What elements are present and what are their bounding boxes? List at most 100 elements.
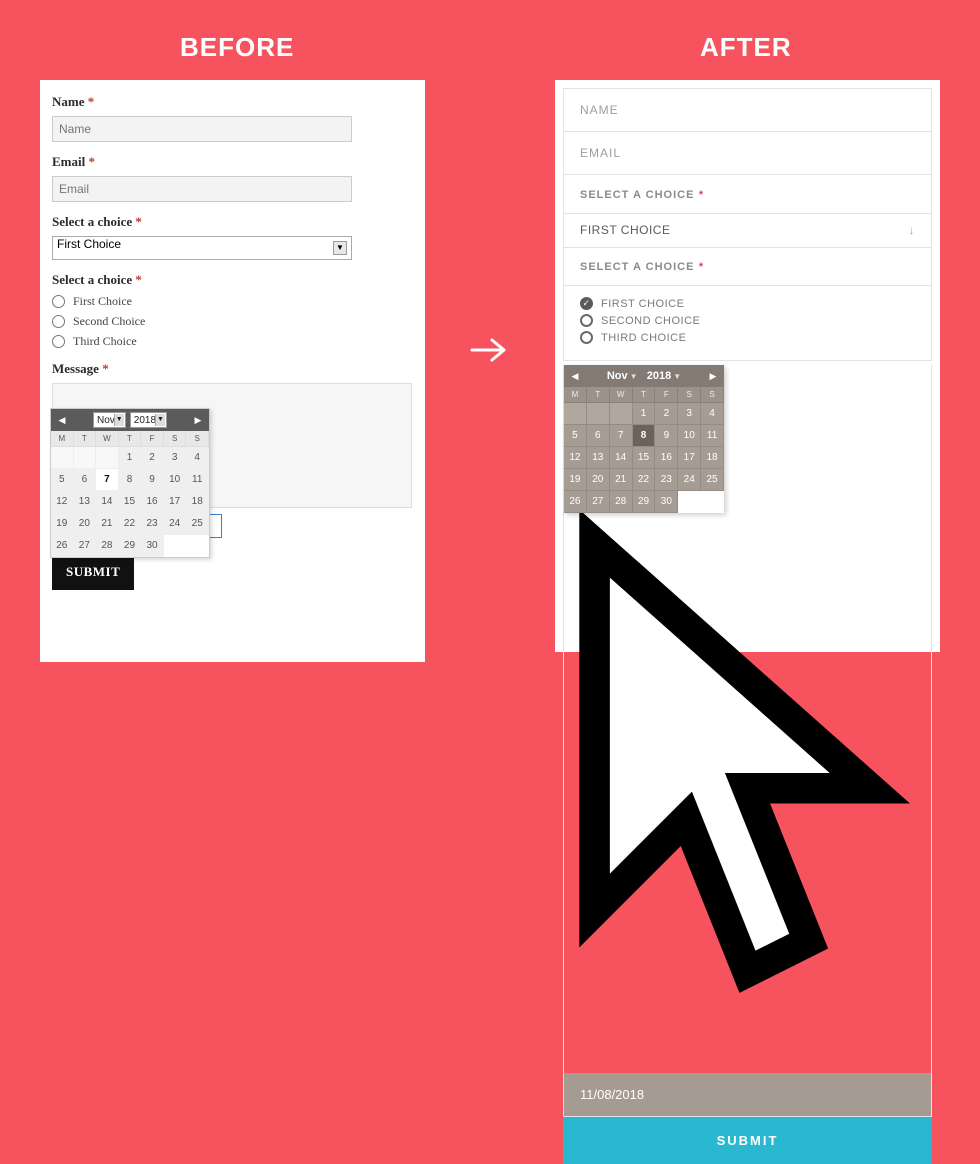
calendar-day[interactable]: 15 (633, 447, 656, 469)
calendar-day[interactable]: 3 (164, 447, 187, 469)
calendar-month-select[interactable]: Nov▼ (93, 412, 126, 428)
calendar-day[interactable]: 27 (587, 491, 610, 513)
calendar-day[interactable]: 25 (701, 469, 724, 491)
calendar-prev-icon[interactable]: ◀ (568, 371, 582, 382)
calendar-prev-icon[interactable]: ◀ (55, 415, 69, 426)
calendar-day[interactable]: 10 (164, 469, 187, 491)
datepicker-popup-after[interactable]: ◀ Nov▼ 2018▼ ▶ MTWTFSS123456789101112131… (564, 365, 724, 513)
calendar-day[interactable]: 16 (655, 447, 678, 469)
select-choice-dropdown[interactable]: FIRST CHOICE ↓ (563, 213, 932, 248)
calendar-day[interactable]: 14 (96, 491, 119, 513)
calendar-day[interactable]: 20 (74, 513, 97, 535)
calendar-day[interactable]: 4 (701, 403, 724, 425)
date-field-block: ◀ Nov▼ 2018▼ ▶ MTWTFSS123456789101112131… (563, 365, 932, 1117)
calendar-dow: S (678, 387, 701, 403)
calendar-day[interactable]: 8 (119, 469, 142, 491)
calendar-day[interactable]: 6 (587, 425, 610, 447)
radio-option[interactable]: SECOND CHOICE (580, 314, 915, 327)
radio-option[interactable]: THIRD CHOICE (580, 331, 915, 344)
calendar-day[interactable]: 1 (633, 403, 656, 425)
calendar-day[interactable]: 7 (96, 469, 119, 491)
calendar-day[interactable]: 18 (701, 447, 724, 469)
calendar-day[interactable]: 14 (610, 447, 633, 469)
calendar-day[interactable]: 28 (96, 535, 119, 557)
calendar-day[interactable]: 17 (678, 447, 701, 469)
radio-option[interactable]: Third Choice (52, 334, 413, 349)
calendar-header: ◀ Nov▼ 2018▼ ▶ (564, 365, 724, 387)
select-value: First Choice (57, 237, 121, 251)
calendar-day[interactable]: 27 (74, 535, 97, 557)
calendar-year[interactable]: 2018 (647, 370, 671, 382)
calendar-day[interactable]: 11 (701, 425, 724, 447)
calendar-dow: S (186, 431, 209, 447)
calendar-day[interactable]: 26 (51, 535, 74, 557)
chevron-down-icon: ▼ (155, 414, 165, 426)
calendar-day[interactable]: 24 (164, 513, 187, 535)
calendar-day[interactable]: 28 (610, 491, 633, 513)
calendar-day[interactable]: 5 (564, 425, 587, 447)
calendar-day[interactable]: 22 (633, 469, 656, 491)
calendar-day[interactable]: 25 (186, 513, 209, 535)
calendar-day[interactable]: 2 (141, 447, 164, 469)
radio-input[interactable] (52, 335, 65, 348)
calendar-day[interactable]: 11 (186, 469, 209, 491)
submit-button[interactable]: SUBMIT (52, 554, 134, 590)
calendar-day[interactable]: 26 (564, 491, 587, 513)
radio-input[interactable] (52, 315, 65, 328)
radio-option[interactable]: First Choice (52, 294, 413, 309)
calendar-day[interactable]: 12 (564, 447, 587, 469)
calendar-day[interactable]: 16 (141, 491, 164, 513)
calendar-day[interactable]: 1 (119, 447, 142, 469)
calendar-day[interactable]: 12 (51, 491, 74, 513)
radio-option[interactable]: FIRST CHOICE (580, 297, 915, 310)
calendar-day[interactable]: 23 (655, 469, 678, 491)
calendar-day[interactable]: 4 (186, 447, 209, 469)
calendar-day[interactable]: 30 (141, 535, 164, 557)
calendar-day[interactable]: 30 (655, 491, 678, 513)
calendar-day[interactable]: 20 (587, 469, 610, 491)
calendar-day[interactable]: 13 (587, 447, 610, 469)
calendar-day[interactable]: 6 (74, 469, 97, 491)
calendar-day[interactable]: 19 (564, 469, 587, 491)
radio-checked-icon[interactable] (580, 297, 593, 310)
name-input[interactable]: NAME (563, 88, 932, 132)
calendar-day[interactable]: 5 (51, 469, 74, 491)
calendar-next-icon[interactable]: ▶ (191, 415, 205, 426)
calendar-day[interactable]: 8 (633, 425, 656, 447)
calendar-day[interactable]: 29 (633, 491, 656, 513)
date-value[interactable]: 11/08/2018 (564, 1073, 931, 1116)
calendar-month[interactable]: Nov (607, 370, 628, 382)
calendar-day[interactable]: 19 (51, 513, 74, 535)
calendar-day[interactable]: 21 (610, 469, 633, 491)
radio-unchecked-icon[interactable] (580, 314, 593, 327)
calendar-day[interactable]: 10 (678, 425, 701, 447)
radio-unchecked-icon[interactable] (580, 331, 593, 344)
calendar-dow: T (587, 387, 610, 403)
calendar-day[interactable]: 9 (655, 425, 678, 447)
calendar-day[interactable]: 2 (655, 403, 678, 425)
radio-option[interactable]: Second Choice (52, 314, 413, 329)
submit-button[interactable]: SUBMIT (563, 1117, 932, 1164)
email-input[interactable]: EMAIL (563, 131, 932, 175)
datepicker-popup-before[interactable]: ◀ Nov▼ 2018▼ ▶ MTWTFSS123456789101112131… (50, 408, 210, 558)
calendar-day[interactable]: 13 (74, 491, 97, 513)
calendar-day[interactable]: 9 (141, 469, 164, 491)
name-input[interactable] (52, 116, 352, 142)
calendar-day[interactable]: 3 (678, 403, 701, 425)
calendar-next-icon[interactable]: ▶ (706, 371, 720, 382)
calendar-day[interactable]: 15 (119, 491, 142, 513)
calendar-day[interactable]: 24 (678, 469, 701, 491)
calendar-day[interactable]: 29 (119, 535, 142, 557)
calendar-day[interactable]: 7 (610, 425, 633, 447)
select-choice-dropdown[interactable]: First Choice ▼ (52, 236, 352, 260)
calendar-year-select[interactable]: 2018▼ (130, 412, 167, 428)
calendar-day[interactable]: 21 (96, 513, 119, 535)
radio-input[interactable] (52, 295, 65, 308)
calendar-header: ◀ Nov▼ 2018▼ ▶ (51, 409, 209, 431)
calendar-day[interactable]: 22 (119, 513, 142, 535)
email-input[interactable] (52, 176, 352, 202)
after-form-panel: NAME EMAIL SELECT A CHOICE * FIRST CHOIC… (555, 80, 940, 652)
calendar-day[interactable]: 23 (141, 513, 164, 535)
calendar-day[interactable]: 18 (186, 491, 209, 513)
calendar-day[interactable]: 17 (164, 491, 187, 513)
